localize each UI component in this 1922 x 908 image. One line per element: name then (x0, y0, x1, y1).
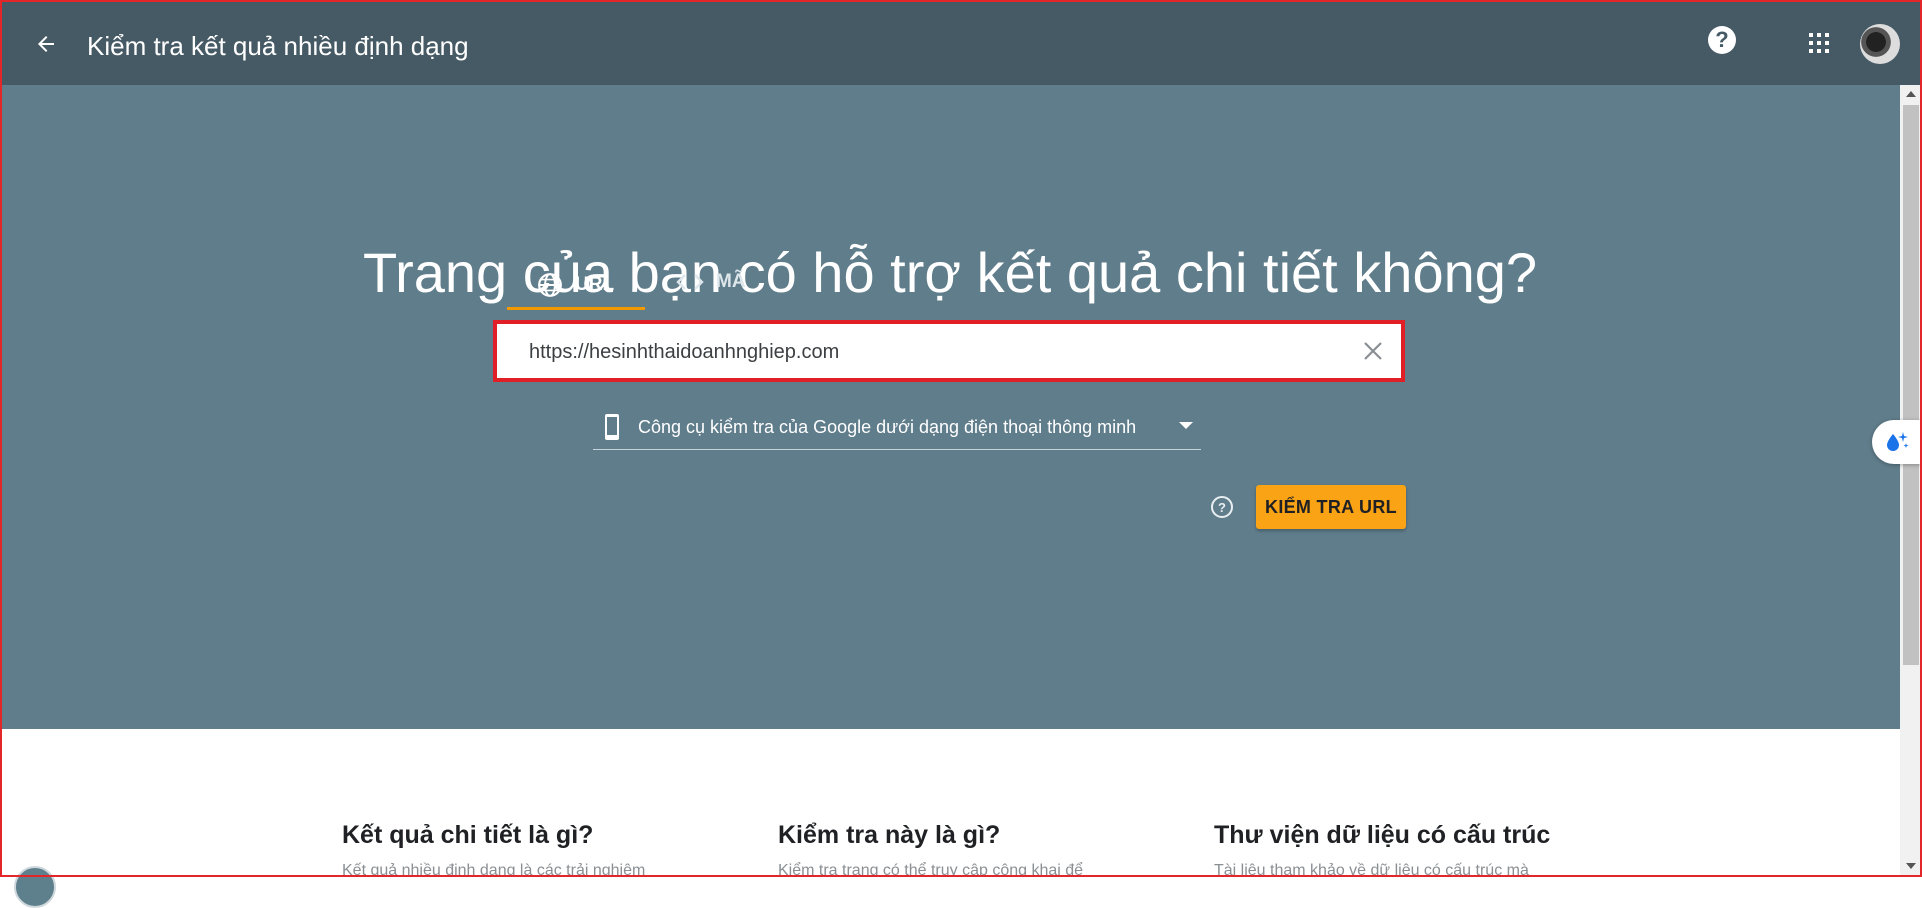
check-url-button[interactable]: KIỂM TRA URL (1256, 485, 1406, 529)
crawler-select-value: Công cụ kiểm tra của Google dưới dạng đi… (638, 417, 1137, 437)
section-title-structured-data: Thư viện dữ liệu có cấu trúc (1214, 821, 1551, 849)
globe-icon (538, 272, 562, 297)
section-text-structured-data: Tài liệu tham khảo về dữ liệu có cấu trú… (1214, 862, 1529, 877)
section-title-rich-results: Kết quả chi tiết là gì? (342, 821, 594, 849)
feedback-avatar[interactable] (14, 866, 56, 908)
sparkle-drop-icon (1887, 432, 1909, 451)
side-panel-button[interactable] (1872, 420, 1922, 464)
chevron-down-icon (1179, 422, 1193, 429)
apps-grid-icon (1809, 33, 1829, 53)
arrow-back-icon (38, 36, 54, 52)
scrollbar[interactable] (1900, 85, 1922, 877)
section-text-about-test: Kiểm tra trang có thể truy cập công khai… (778, 862, 1084, 877)
help-button[interactable]: ? (1708, 26, 1736, 54)
tab-code[interactable]: MÃ (676, 262, 746, 302)
scroll-thumb[interactable] (1903, 105, 1919, 665)
code-icon (676, 274, 704, 290)
section-text-rich-results: Kết quả nhiều định dạng là các trải nghi… (342, 862, 646, 877)
scroll-up-icon[interactable] (1906, 91, 1916, 97)
app-bar: Kiểm tra kết quả nhiều định dạng ? (0, 0, 1922, 85)
app-title: Kiểm tra kết quả nhiều định dạng (87, 31, 469, 61)
crawler-select[interactable]: Công cụ kiểm tra của Google dưới dạng đi… (593, 405, 1201, 450)
tab-url[interactable]: URL (507, 262, 645, 310)
back-button[interactable] (30, 28, 62, 60)
apps-button[interactable] (1808, 32, 1830, 54)
clear-button[interactable] (1361, 339, 1385, 363)
url-input[interactable] (527, 336, 1331, 368)
scroll-down-icon[interactable] (1906, 863, 1916, 869)
question-icon[interactable]: ? (1211, 496, 1233, 518)
account-avatar[interactable] (1860, 24, 1900, 64)
close-icon (1364, 342, 1382, 360)
section-title-about-test: Kiểm tra này là gì? (778, 821, 1001, 849)
tab-url-label: URL (575, 273, 615, 295)
hero-heading: Trang của bạn có hỗ trợ kết quả chi tiết… (362, 241, 1538, 304)
tab-code-label: MÃ (716, 271, 746, 292)
help-icon: ? (1715, 27, 1729, 52)
url-input-box (493, 320, 1405, 382)
smartphone-icon (605, 414, 619, 440)
